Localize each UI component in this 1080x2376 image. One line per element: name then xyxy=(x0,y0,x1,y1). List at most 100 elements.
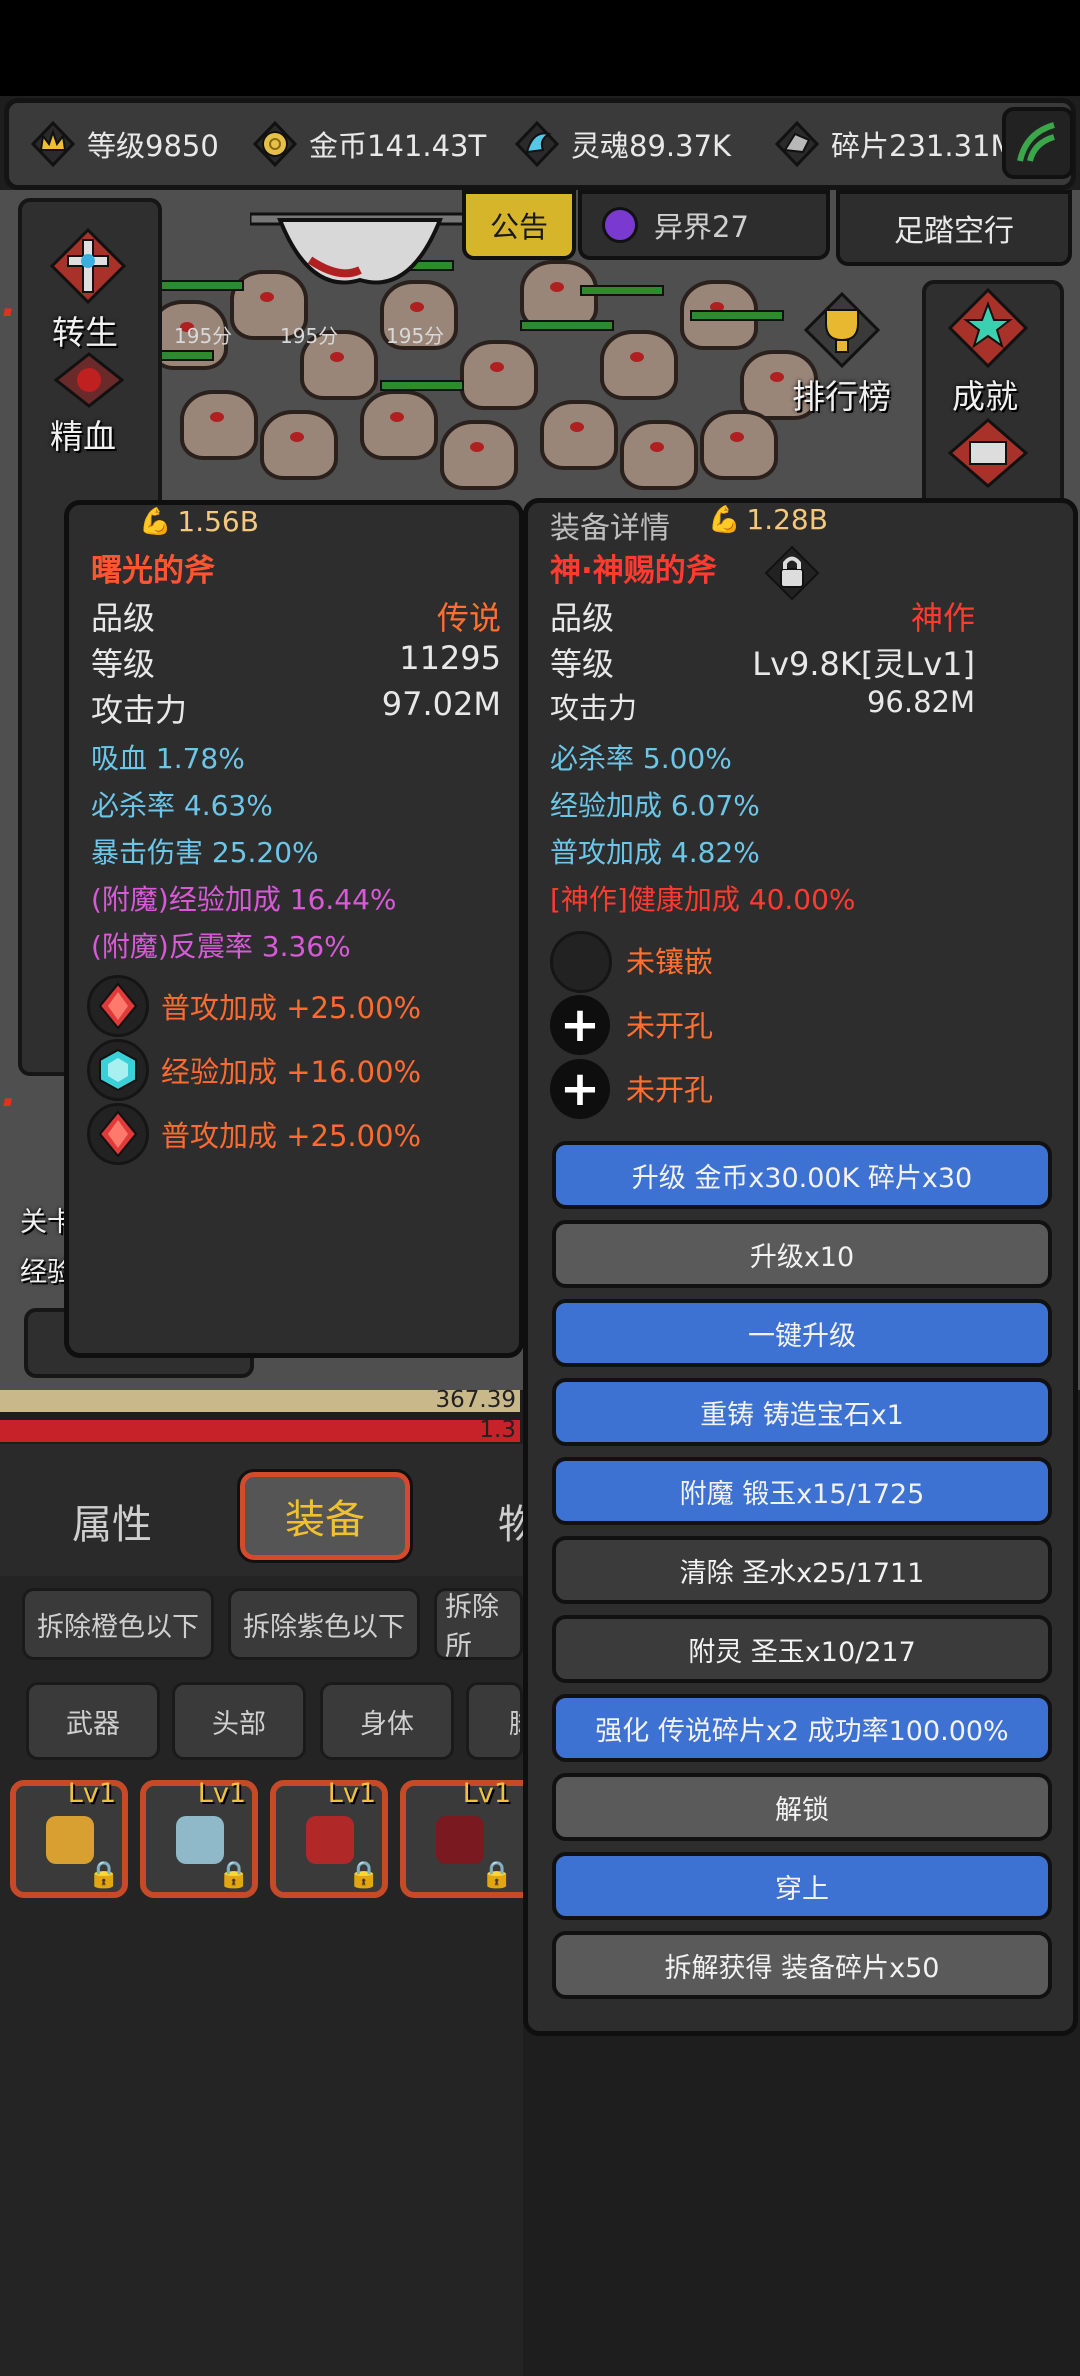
monster xyxy=(360,390,438,460)
dismantle-all-button[interactable]: 拆除所 xyxy=(434,1588,523,1660)
xp-bar: 367.39 xyxy=(0,1387,520,1413)
plus-icon: + xyxy=(559,1061,601,1117)
gem-bonus: 普攻加成 +25.00% xyxy=(161,991,422,1025)
resource-fragment-text: 碎片231.31M xyxy=(831,129,1016,163)
soul-icon xyxy=(511,118,563,170)
gem-socket xyxy=(87,1039,149,1101)
achievement-button[interactable]: 成就 xyxy=(952,370,1018,418)
enchant-stat-line: (附魔)经验加成 16.44% xyxy=(91,883,397,916)
xp-value: 367.39 xyxy=(435,1387,516,1413)
score-label: 195分 xyxy=(280,324,339,348)
gem-socket xyxy=(87,1103,149,1165)
power-rating: 💪 1.28B xyxy=(708,503,828,536)
signal-button[interactable] xyxy=(1002,107,1074,179)
equip-button[interactable]: 穿上 xyxy=(552,1852,1052,1920)
signal-icon xyxy=(1017,122,1055,162)
strengthen-button[interactable]: 强化 传说碎片x2 成功率100.00% xyxy=(552,1694,1052,1762)
rebirth-icon xyxy=(48,226,128,310)
add-socket-button[interactable]: + xyxy=(550,995,610,1055)
notice-button[interactable]: 公告 xyxy=(462,190,576,260)
monster-hp-bar xyxy=(520,320,614,331)
level-label: 等级 xyxy=(91,645,156,683)
slot-level: Lv1 xyxy=(197,1778,246,1809)
auto-upgrade-button[interactable]: 一键升级 xyxy=(552,1299,1052,1367)
resource-soul: 灵魂89.37K xyxy=(511,103,731,185)
otherworld-button[interactable]: 异界27 xyxy=(578,190,830,260)
grade-value: 传说 xyxy=(436,599,501,637)
dismantle-button[interactable]: 拆解获得 装备碎片x50 xyxy=(552,1931,1052,1999)
slot-level: Lv1 xyxy=(67,1778,116,1809)
equipment-slot[interactable]: Lv1 🔒 xyxy=(270,1778,388,1898)
helmet-icon xyxy=(46,1816,94,1864)
monster xyxy=(620,420,698,490)
tab-attributes[interactable]: 属性 xyxy=(72,1492,152,1550)
spirit-attach-button[interactable]: 附灵 圣玉x10/217 xyxy=(552,1615,1052,1683)
add-socket-button[interactable]: + xyxy=(550,1059,610,1119)
portal-icon xyxy=(602,207,638,243)
power-value: 1.28B xyxy=(746,503,828,536)
monster xyxy=(600,330,678,400)
unlock-button[interactable]: 解锁 xyxy=(552,1773,1052,1841)
level-value: 11295 xyxy=(399,639,501,677)
attack-label: 攻击力 xyxy=(91,691,188,729)
filter-feet[interactable]: 脚 xyxy=(466,1682,523,1760)
filter-weapon[interactable]: 武器 xyxy=(26,1682,160,1760)
red-gem-icon xyxy=(98,1110,138,1158)
compare-item-panel: 💪 1.56B 曙光的斧 品级 传说 等级 11295 攻击力 97.02M 吸… xyxy=(64,500,524,1358)
socket-status: 未开孔 xyxy=(626,1009,714,1043)
power-rating: 💪 1.56B xyxy=(139,505,259,538)
tab-equipment[interactable]: 装备 xyxy=(237,1469,413,1563)
filter-head[interactable]: 头部 xyxy=(172,1682,306,1760)
armor-icon xyxy=(176,1816,224,1864)
resource-bar: 等级9850 金币141.43T 灵魂89.37K 碎片231.31M xyxy=(4,98,1076,190)
equipment-slot[interactable]: Lv1 🔒 xyxy=(400,1778,523,1898)
status-bar-area xyxy=(0,0,1080,96)
resource-gold: 金币141.43T xyxy=(249,103,486,185)
filter-body[interactable]: 身体 xyxy=(320,1682,454,1760)
upgrade-button[interactable]: 升级 金币x30.00K 碎片x30 xyxy=(552,1141,1052,1209)
rebirth-label[interactable]: 转生 xyxy=(52,306,118,354)
equipment-slot[interactable]: Lv1 🔒 xyxy=(140,1778,258,1898)
lock-icon: 🔒 xyxy=(347,1860,380,1890)
tab-row: 属性 装备 物 xyxy=(0,1444,538,1576)
cyan-gem-icon xyxy=(99,1048,137,1092)
attack-label: 攻击力 xyxy=(550,691,638,725)
skywalk-button[interactable]: 足踏空行 xyxy=(836,190,1072,266)
monster xyxy=(440,420,518,490)
panel-title: 装备详情 xyxy=(550,511,670,546)
monster-hp-bar xyxy=(160,280,244,291)
dismantle-below-purple-button[interactable]: 拆除紫色以下 xyxy=(228,1588,420,1660)
stat-line: 吸血 1.78% xyxy=(91,742,245,775)
grade-value: 神作 xyxy=(910,599,975,637)
item-name: 曙光的斧 xyxy=(91,553,215,589)
slot-level: Lv1 xyxy=(462,1778,511,1809)
ranking-button[interactable]: 排行榜 xyxy=(792,370,891,418)
monster xyxy=(700,410,778,480)
stat-line: 经验加成 6.07% xyxy=(550,789,760,822)
enchant-button[interactable]: 附魔 锻玉x15/1725 xyxy=(552,1457,1052,1525)
hp-bar: 1.3 xyxy=(0,1417,520,1443)
clear-button[interactable]: 清除 圣水x25/1711 xyxy=(552,1536,1052,1604)
plus-icon: + xyxy=(559,997,601,1053)
resource-level: 等级9850 xyxy=(27,103,219,185)
essence-label[interactable]: 精血 xyxy=(50,410,116,458)
score-label: 195分 xyxy=(174,324,233,348)
monster xyxy=(260,410,338,480)
slot-level: Lv1 xyxy=(327,1778,376,1809)
upgrade-x10-button[interactable]: 升级x10 xyxy=(552,1220,1052,1288)
empty-socket[interactable] xyxy=(550,931,612,993)
monster-hp-bar xyxy=(380,380,464,391)
level-crown-icon xyxy=(27,118,79,170)
power-value: 1.56B xyxy=(177,505,259,538)
dismantle-below-orange-button[interactable]: 拆除橙色以下 xyxy=(22,1588,214,1660)
hp-value: 1.3 xyxy=(479,1417,516,1443)
mail-icon xyxy=(947,418,1029,492)
monster-hp-bar xyxy=(580,285,664,296)
equipment-slot[interactable]: Lv1 🔒 xyxy=(10,1778,128,1898)
item-name: 神·神赐的斧 xyxy=(550,553,717,589)
gem-bonus: 普攻加成 +25.00% xyxy=(161,1119,422,1153)
stat-line: 必杀率 5.00% xyxy=(550,742,732,775)
reforge-button[interactable]: 重铸 铸造宝石x1 xyxy=(552,1378,1052,1446)
essence-icon xyxy=(53,352,125,412)
lock-toggle-button[interactable] xyxy=(764,545,820,605)
